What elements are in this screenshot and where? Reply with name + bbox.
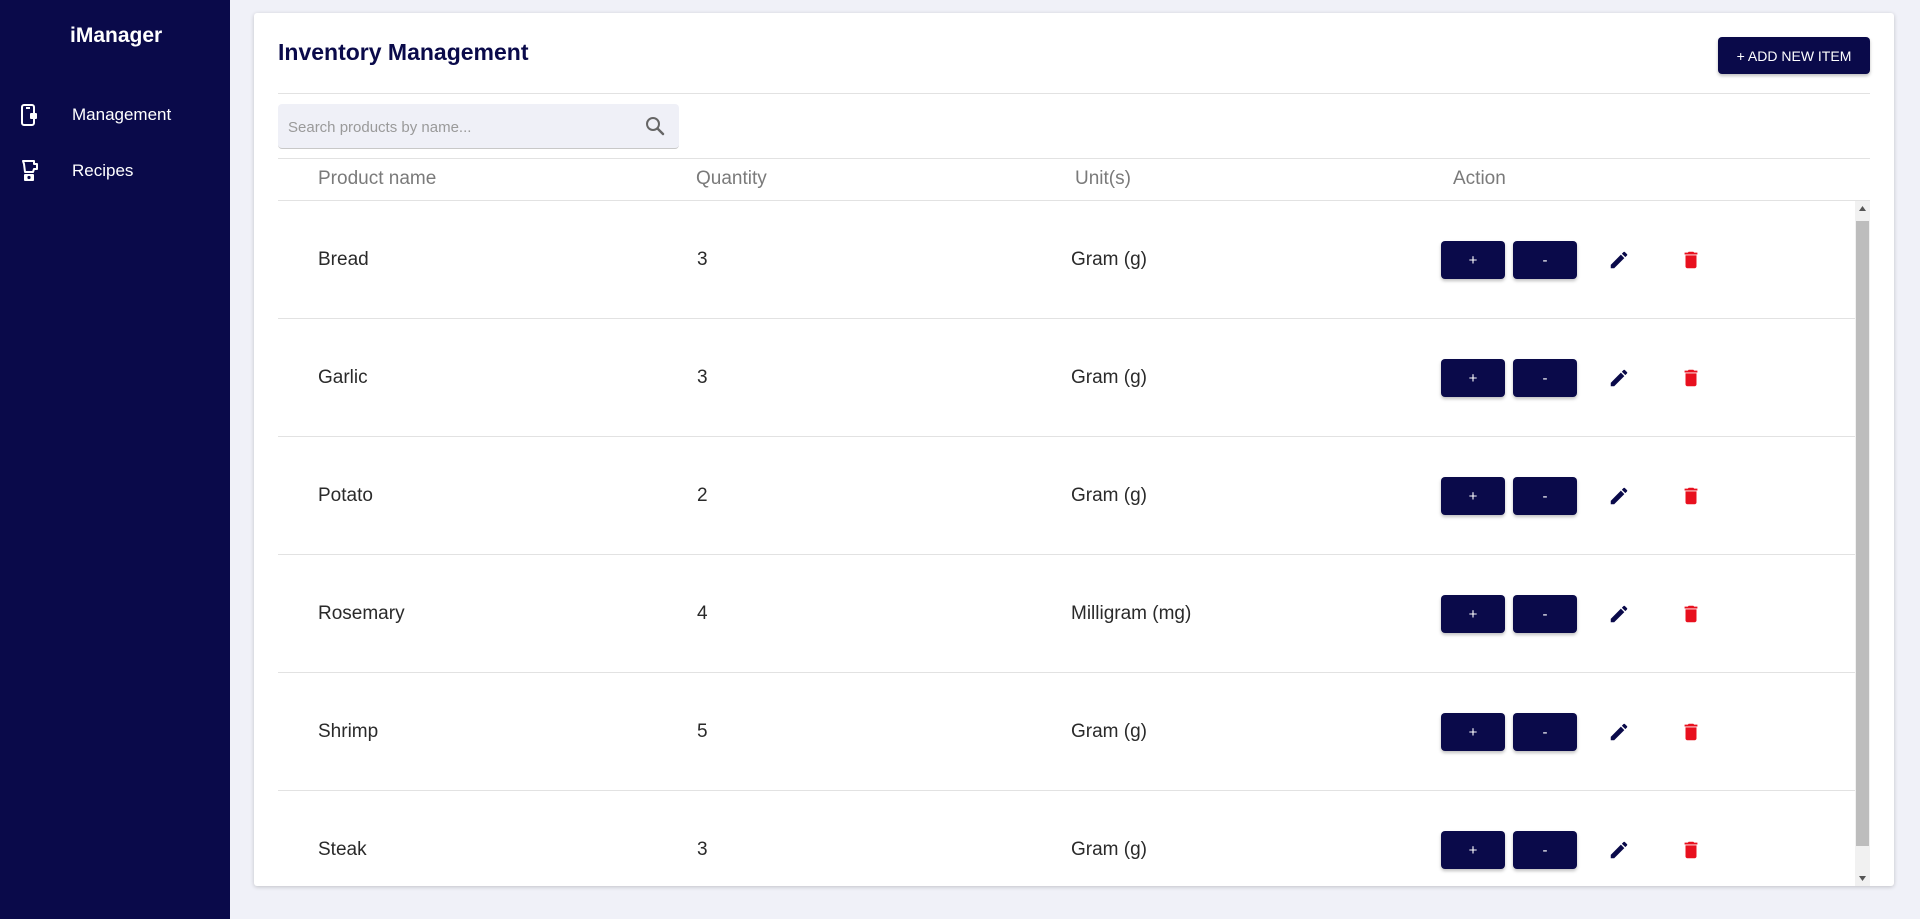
quantity-cell: 4 xyxy=(697,602,708,624)
delete-icon[interactable] xyxy=(1678,837,1704,863)
edit-icon[interactable] xyxy=(1606,247,1632,273)
decrement-button[interactable]: - xyxy=(1513,595,1577,633)
increment-button[interactable]: + xyxy=(1441,595,1505,633)
unit-cell: Gram (g) xyxy=(1071,720,1147,742)
sidebar-item-label: Recipes xyxy=(72,161,134,180)
table-row: Garlic 3 Gram (g) + - xyxy=(278,319,1856,437)
inventory-card: Inventory Management + ADD NEW ITEM Prod… xyxy=(254,13,1894,886)
blender-icon xyxy=(19,160,41,182)
quantity-cell: 5 xyxy=(697,720,708,742)
delete-icon[interactable] xyxy=(1678,483,1704,509)
unit-cell: Gram (g) xyxy=(1071,484,1147,506)
product-name-cell: Shrimp xyxy=(318,720,379,742)
search-input[interactable] xyxy=(286,104,630,150)
sidebar-item-recipes[interactable]: Recipes xyxy=(0,149,230,193)
decrement-button[interactable]: - xyxy=(1513,831,1577,869)
table-row: Potato 2 Gram (g) + - xyxy=(278,437,1856,555)
increment-button[interactable]: + xyxy=(1441,831,1505,869)
delete-icon[interactable] xyxy=(1678,601,1704,627)
table-row: Bread 3 Gram (g) + - xyxy=(278,201,1856,319)
table-scrollbar[interactable] xyxy=(1855,201,1870,886)
quantity-cell: 2 xyxy=(697,484,708,506)
decrement-button[interactable]: - xyxy=(1513,359,1577,397)
decrement-button[interactable]: - xyxy=(1513,241,1577,279)
quantity-cell: 3 xyxy=(697,248,708,270)
edit-icon[interactable] xyxy=(1606,601,1632,627)
table-row: Shrimp 5 Gram (g) + - xyxy=(278,673,1856,791)
page-title: Inventory Management xyxy=(278,39,529,65)
column-header-units[interactable]: Unit(s) xyxy=(1075,168,1131,190)
sidebar-item-label: Management xyxy=(72,105,172,124)
sidebar: iManager Management Recipes xyxy=(0,0,230,919)
edit-icon[interactable] xyxy=(1606,365,1632,391)
delete-icon[interactable] xyxy=(1678,365,1704,391)
decrement-button[interactable]: - xyxy=(1513,477,1577,515)
column-header-quantity[interactable]: Quantity xyxy=(696,168,767,190)
product-name-cell: Rosemary xyxy=(318,602,405,624)
unit-cell: Gram (g) xyxy=(1071,366,1147,388)
unit-cell: Milligram (mg) xyxy=(1071,602,1192,624)
delete-icon[interactable] xyxy=(1678,247,1704,273)
scroll-up-arrow-icon[interactable] xyxy=(1855,201,1870,216)
column-header-action: Action xyxy=(1453,168,1506,189)
search-icon[interactable] xyxy=(645,116,665,136)
inventory-table-body: Bread 3 Gram (g) + - Garlic 3 Gram (g) +… xyxy=(278,201,1856,886)
edit-icon[interactable] xyxy=(1606,837,1632,863)
scrollbar-thumb[interactable] xyxy=(1856,221,1869,846)
divider xyxy=(278,158,1870,159)
increment-button[interactable]: + xyxy=(1441,241,1505,279)
quantity-cell: 3 xyxy=(697,838,708,860)
quantity-cell: 3 xyxy=(697,366,708,388)
sidebar-item-management[interactable]: Management xyxy=(0,93,230,137)
column-header-product-name[interactable]: Product name xyxy=(318,168,436,190)
edit-icon[interactable] xyxy=(1606,483,1632,509)
delete-icon[interactable] xyxy=(1678,719,1704,745)
product-name-cell: Potato xyxy=(318,484,373,506)
product-name-cell: Bread xyxy=(318,248,369,270)
divider xyxy=(278,93,1870,94)
app-brand: iManager xyxy=(70,24,163,47)
table-row: Steak 3 Gram (g) + - xyxy=(278,791,1856,886)
unit-cell: Gram (g) xyxy=(1071,248,1147,270)
scroll-down-arrow-icon[interactable] xyxy=(1855,871,1870,886)
add-new-item-button[interactable]: + ADD NEW ITEM xyxy=(1718,37,1870,74)
search-box xyxy=(278,104,679,150)
increment-button[interactable]: + xyxy=(1441,713,1505,751)
increment-button[interactable]: + xyxy=(1441,477,1505,515)
product-name-cell: Steak xyxy=(318,838,367,860)
increment-button[interactable]: + xyxy=(1441,359,1505,397)
product-name-cell: Garlic xyxy=(318,366,368,388)
inventory-icon xyxy=(19,104,41,126)
unit-cell: Gram (g) xyxy=(1071,838,1147,860)
table-row: Rosemary 4 Milligram (mg) + - xyxy=(278,555,1856,673)
edit-icon[interactable] xyxy=(1606,719,1632,745)
decrement-button[interactable]: - xyxy=(1513,713,1577,751)
